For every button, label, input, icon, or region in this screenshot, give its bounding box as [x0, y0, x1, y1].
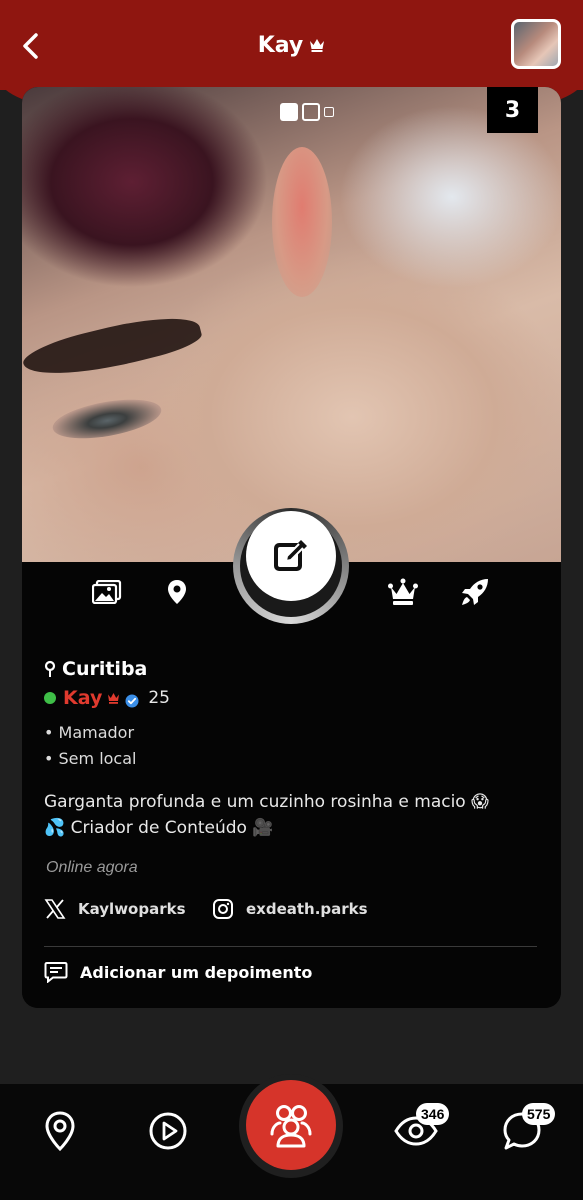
comment-icon — [44, 962, 68, 983]
map-pin-icon — [45, 1111, 75, 1151]
verified-icon — [125, 694, 139, 708]
page-title: Kay — [0, 28, 583, 62]
profile-tag: • Mamador — [44, 723, 135, 742]
location-pin-icon — [44, 660, 56, 677]
edit-icon — [274, 540, 307, 571]
instagram-icon — [213, 899, 233, 919]
crown-icon — [108, 693, 120, 704]
avatar[interactable] — [511, 19, 561, 69]
profile-tag: • Sem local — [44, 749, 137, 768]
add-testimonial-label: Adicionar um depoimento — [80, 962, 313, 982]
pager-dot[interactable] — [324, 107, 334, 117]
add-testimonial-button[interactable]: Adicionar um depoimento — [44, 961, 312, 983]
pager-dot[interactable] — [302, 103, 320, 121]
pager-dot[interactable] — [280, 103, 298, 121]
chat-badge: 575 — [522, 1103, 556, 1125]
nav-videos[interactable] — [144, 1107, 192, 1155]
profile-name: Kay — [63, 687, 103, 709]
photo-detail — [272, 147, 332, 297]
gallery-button[interactable] — [90, 575, 124, 609]
play-icon — [149, 1112, 187, 1150]
profile-bio-line: Garganta profunda e um cuzinho rosinha e… — [44, 792, 489, 812]
photo-detail — [22, 305, 205, 389]
twitter-link[interactable]: Kaylwoparks — [44, 898, 186, 920]
online-indicator — [44, 692, 56, 704]
rocket-icon — [462, 579, 488, 605]
crown-icon — [310, 39, 325, 52]
instagram-handle: exdeath.parks — [246, 900, 368, 918]
twitter-handle: Kaylwoparks — [78, 900, 186, 918]
nav-map[interactable] — [36, 1107, 84, 1155]
profile-bio-line: 💦 Criador de Conteúdo 🎥 — [44, 818, 274, 838]
premium-button[interactable] — [386, 575, 420, 609]
nav-people[interactable] — [246, 1080, 336, 1170]
photo-count-badge: 3 — [487, 87, 538, 133]
visitors-badge: 346 — [416, 1103, 450, 1125]
location-button[interactable] — [160, 575, 194, 609]
photo-detail — [49, 392, 165, 446]
profile-photo[interactable] — [22, 87, 561, 562]
boost-button[interactable] — [458, 575, 492, 609]
city-label: Curitiba — [62, 658, 148, 680]
location-pin-icon — [168, 580, 186, 604]
name-row: Kay 25 — [44, 687, 170, 709]
profile-card: 3 Curitiba Kay 25 • Mamador • Sem local … — [22, 87, 561, 1008]
profile-name-title: Kay — [257, 32, 304, 58]
crown-icon — [388, 578, 418, 605]
divider — [44, 946, 537, 947]
instagram-link[interactable]: exdeath.parks — [212, 898, 368, 920]
gallery-icon — [92, 580, 122, 604]
profile-age: 25 — [148, 688, 170, 708]
people-icon — [270, 1105, 312, 1148]
city-row: Curitiba — [44, 658, 147, 680]
photo-pager — [280, 103, 334, 121]
x-twitter-icon — [44, 899, 66, 919]
online-status: Online agora — [46, 859, 138, 876]
edit-profile-button[interactable] — [246, 511, 336, 601]
